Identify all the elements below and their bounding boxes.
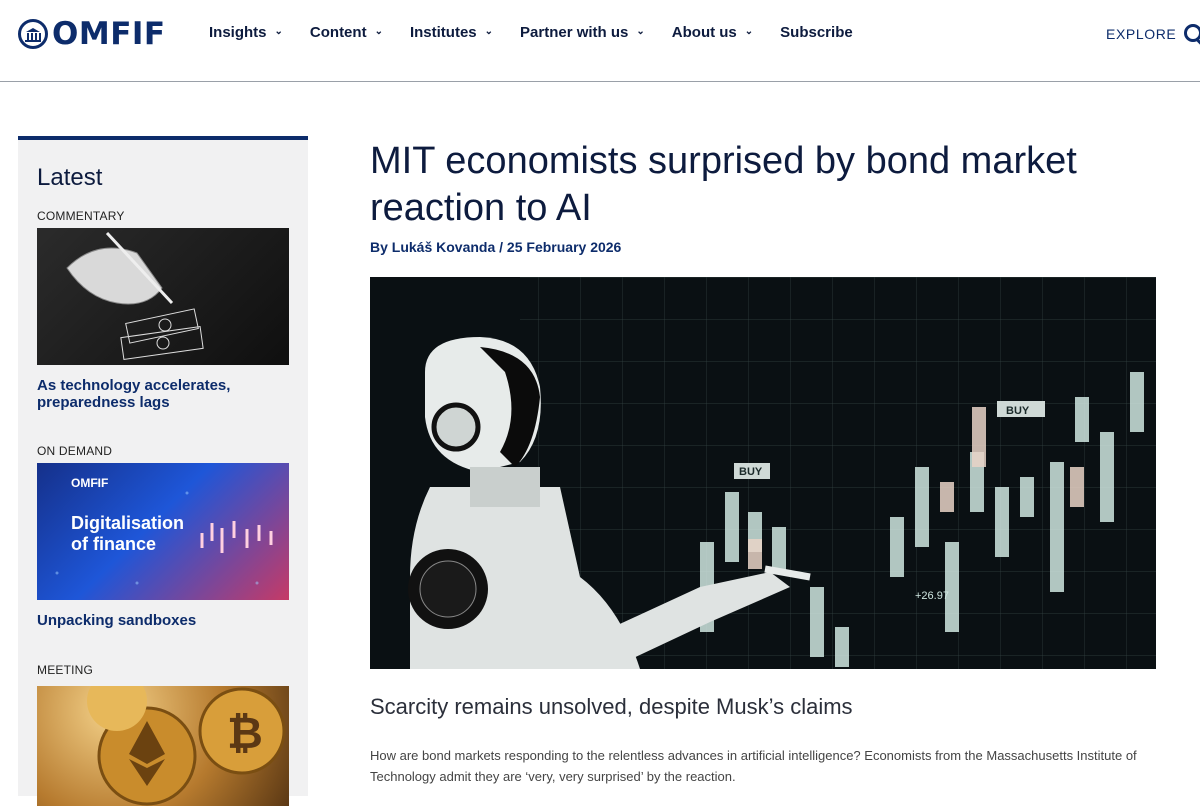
robot-hand-money-illustration [66,231,204,361]
svg-text:₿: ₿ [227,708,263,759]
hero-image: BUY BUY +26.97 [370,277,1156,669]
crypto-coins-photo: ₿ [87,686,286,806]
chevron-down-icon: ⌄ [744,26,754,37]
sidebar-item-title[interactable]: As technology accelerates, preparedness … [37,377,277,411]
nav-insights[interactable]: Insights ⌄ [209,24,283,41]
nav-content[interactable]: Content ⌄ [310,24,383,41]
nav-institutes[interactable]: Institutes ⌄ [410,24,493,41]
chevron-down-icon: ⌄ [636,26,645,37]
banner-brand: OMFIF [71,476,108,490]
omfif-logo-icon [18,19,48,49]
banner-line1: Digitalisation [71,513,184,533]
nav-partner[interactable]: Partner with us ⌄ [520,24,645,41]
nav-label: About us [671,24,737,41]
hero-value-label: +26.97 [915,590,949,602]
robot-chart-illustration: BUY BUY +26.97 [370,277,1156,669]
sidebar-item-category: COMMENTARY [37,209,125,223]
main-nav: Insights ⌄ Content ⌄ Institutes ⌄ Partner w… [209,24,880,41]
chevron-down-icon: ⌄ [274,26,283,37]
chevron-down-icon: ⌄ [374,26,383,37]
latest-sidebar: Latest COMMENTARY As technology accelera… [18,136,308,806]
nav-label: Institutes [409,24,477,41]
sidebar-item-image[interactable] [37,228,289,365]
sidebar-item-image[interactable]: ₿ [37,686,289,806]
sidebar-item-title[interactable]: Unpacking sandboxes [37,612,277,629]
nav-label: Subscribe [780,24,853,41]
digitalisation-banner: OMFIF Digitalisation of finance [55,476,273,585]
hero-buy-label: BUY [1006,405,1030,417]
article-subtitle: Scarcity remains unsolved, despite Musk’… [370,694,853,719]
omfif-logo[interactable]: OMFIF [18,16,166,52]
hero-buy-label: BUY [739,466,763,478]
chevron-down-icon: ⌄ [484,26,494,37]
explore-button[interactable]: EXPLORE [1106,24,1200,44]
article-byline[interactable]: By Lukáš Kovanda / 25 February 2026 [370,239,621,255]
nav-label: Partner with us [520,24,629,41]
sidebar-item-category: ON DEMAND [37,444,113,458]
sidebar-item-image[interactable]: OMFIF Digitalisation of finance [37,463,289,600]
article-lead: How are bond markets responding to the r… [370,748,1137,784]
nav-label: Content [309,24,367,41]
explore-label: EXPLORE [1106,26,1177,42]
banner-line2: of finance [71,534,156,554]
nav-about[interactable]: About us ⌄ [672,24,753,41]
sidebar-item-category: MEETING [37,663,94,677]
article-title: MIT economists surprised by bond market … [370,140,1077,229]
sidebar-heading: Latest [37,164,103,191]
search-icon[interactable] [1184,24,1200,44]
logo-text: OMFIF [52,16,166,52]
site-header: OMFIF Insights ⌄ Content ⌄ Institutes ⌄ Par… [0,0,1200,82]
nav-subscribe[interactable]: Subscribe [780,24,853,41]
nav-label: Insights [209,24,267,41]
